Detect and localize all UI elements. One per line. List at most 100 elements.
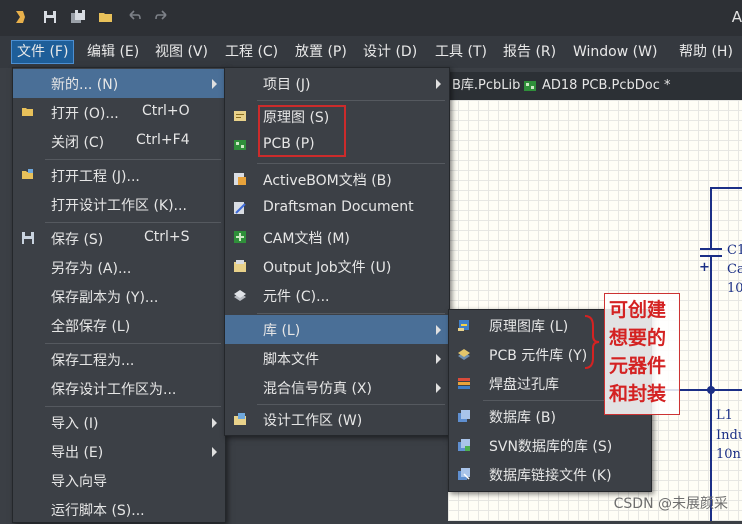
lib-pcb-library-label: PCB 元件库 (Y) (489, 348, 588, 364)
save-icon[interactable] (42, 9, 58, 25)
document-tabs: B库.PcbLib AD18 PCB.PcbDoc * (448, 72, 742, 100)
new-script-file[interactable]: 脚本文件 (225, 344, 449, 373)
tab-pcbdoc[interactable]: AD18 PCB.PcbDoc * (542, 77, 671, 95)
separator (257, 163, 445, 164)
lib-schematic-library-label: 原理图库 (L) (489, 319, 569, 335)
separator (257, 313, 445, 314)
new-project-label: 项目 (J) (263, 77, 311, 93)
file-save-as[interactable]: 另存为 (A)... (13, 253, 225, 282)
save-all-icon[interactable] (70, 9, 86, 25)
new-mixed-sim[interactable]: 混合信号仿真 (X) (225, 373, 449, 402)
new-library[interactable]: 库 (L) (225, 315, 449, 344)
new-workspace-label: 设计工作区 (W) (263, 413, 363, 429)
menu-file[interactable]: 文件 (F) (10, 40, 75, 64)
file-run-script-label: 运行脚本 (S)... (51, 503, 145, 519)
schematic-library-icon (458, 320, 469, 331)
new-script-file-label: 脚本文件 (263, 352, 319, 368)
annotation-brace (584, 315, 600, 369)
new-component-label: 元件 (C)... (263, 289, 330, 305)
menu-project[interactable]: 工程 (C) (220, 41, 283, 63)
new-workspace[interactable]: 设计工作区 (W) (225, 405, 449, 434)
cap-designator: C1 (727, 243, 742, 258)
file-import-wizard-label: 导入向导 (51, 474, 107, 490)
separator (45, 159, 221, 160)
open-project-icon (22, 169, 33, 179)
svn-database-icon (458, 439, 470, 451)
file-import-label: 导入 (I) (51, 416, 99, 432)
new-component[interactable]: 元件 (C)... (225, 281, 449, 310)
open-folder-icon[interactable] (98, 9, 114, 25)
inductor-designator: L1 (716, 408, 733, 423)
file-open-project-label: 打开工程 (J)... (51, 169, 140, 185)
menu-view[interactable]: 视图 (V) (150, 41, 213, 63)
output-job-icon (234, 260, 246, 272)
new-output-job-label: Output Job文件 (U) (263, 260, 392, 276)
menu-window[interactable]: Window (W) (568, 41, 662, 63)
file-new[interactable]: 新的... (N) (13, 69, 225, 98)
file-open[interactable]: 打开 (O)... Ctrl+O (13, 98, 225, 127)
redo-icon[interactable] (154, 9, 170, 25)
annotation-line-1: 可创建 (609, 299, 667, 321)
inductor-value-2: 10n (716, 447, 741, 462)
file-open-workspace[interactable]: 打开设计工作区 (K)... (13, 190, 225, 219)
submenu-arrow-icon (436, 383, 441, 393)
annotation-line-4: 和封装 (609, 383, 667, 405)
new-activebom-label: ActiveBOM文档 (B) (263, 173, 392, 189)
submenu-arrow-icon (436, 325, 441, 335)
workspace-icon (234, 413, 246, 425)
new-draftsman[interactable]: Draftsman Document (225, 194, 449, 223)
draftsman-icon (234, 202, 246, 214)
file-import[interactable]: 导入 (I) (13, 408, 225, 437)
lib-svn-database-library[interactable]: SVN数据库的库 (S) (449, 431, 651, 460)
file-open-workspace-label: 打开设计工作区 (K)... (51, 198, 187, 214)
file-open-label: 打开 (O)... (51, 106, 119, 122)
separator (257, 100, 445, 101)
database-link-icon (458, 468, 470, 480)
file-close[interactable]: 关闭 (C) Ctrl+F4 (13, 127, 225, 156)
file-save-label: 保存 (S) (51, 232, 104, 248)
cam-doc-icon (234, 231, 246, 243)
submenu-arrow-icon (436, 79, 441, 89)
file-save-shortcut: Ctrl+S (144, 229, 190, 245)
file-import-wizard[interactable]: 导入向导 (13, 466, 225, 495)
lib-database-link-file-label: 数据库链接文件 (K) (489, 468, 612, 484)
file-open-project[interactable]: 打开工程 (J)... (13, 161, 225, 190)
file-save-workspace-as[interactable]: 保存设计工作区为... (13, 374, 225, 403)
menu-design[interactable]: 设计 (D) (358, 41, 422, 63)
new-activebom[interactable]: ActiveBOM文档 (B) (225, 165, 449, 194)
window-title: A (731, 8, 742, 26)
separator (45, 222, 221, 223)
file-export[interactable]: 导出 (E) (13, 437, 225, 466)
tab-pcblib[interactable]: B库.PcbLib (452, 77, 520, 95)
lib-database-link-file[interactable]: 数据库链接文件 (K) (449, 460, 651, 489)
new-cam-label: CAM文档 (M) (263, 231, 350, 247)
file-save-project-as[interactable]: 保存工程为... (13, 345, 225, 374)
lib-database-library-label: 数据库 (B) (489, 410, 556, 426)
file-save-project-as-label: 保存工程为... (51, 353, 135, 369)
new-library-label: 库 (L) (263, 323, 301, 339)
app-logo-icon (16, 11, 25, 23)
file-save[interactable]: 保存 (S) Ctrl+S (13, 224, 225, 253)
annotation-line-3: 元器件 (609, 355, 667, 377)
file-export-label: 导出 (E) (51, 445, 104, 461)
file-save-copy-as[interactable]: 保存副本为 (Y)... (13, 282, 225, 311)
cap-value-2: 10 (727, 281, 742, 296)
file-close-shortcut: Ctrl+F4 (136, 132, 190, 148)
new-mixed-sim-label: 混合信号仿真 (X) (263, 381, 372, 397)
new-output-job[interactable]: Output Job文件 (U) (225, 252, 449, 281)
menu-tools[interactable]: 工具 (T) (430, 41, 492, 63)
menu-edit[interactable]: 编辑 (E) (82, 41, 144, 63)
file-save-all[interactable]: 全部保存 (L) (13, 311, 225, 340)
file-save-workspace-as-label: 保存设计工作区为... (51, 382, 177, 398)
file-run-script[interactable]: 运行脚本 (S)... (13, 495, 225, 524)
menu-help[interactable]: 帮助 (H) (674, 41, 738, 63)
new-project[interactable]: 项目 (J) (225, 69, 449, 98)
submenu-arrow-icon (212, 447, 217, 457)
menu-reports[interactable]: 报告 (R) (498, 41, 561, 63)
pad-via-library-icon (458, 378, 470, 389)
new-cam[interactable]: CAM文档 (M) (225, 223, 449, 252)
undo-icon[interactable] (126, 9, 142, 25)
pcb-library-icon (458, 349, 470, 360)
file-open-shortcut: Ctrl+O (142, 103, 190, 119)
menu-place[interactable]: 放置 (P) (290, 41, 352, 63)
